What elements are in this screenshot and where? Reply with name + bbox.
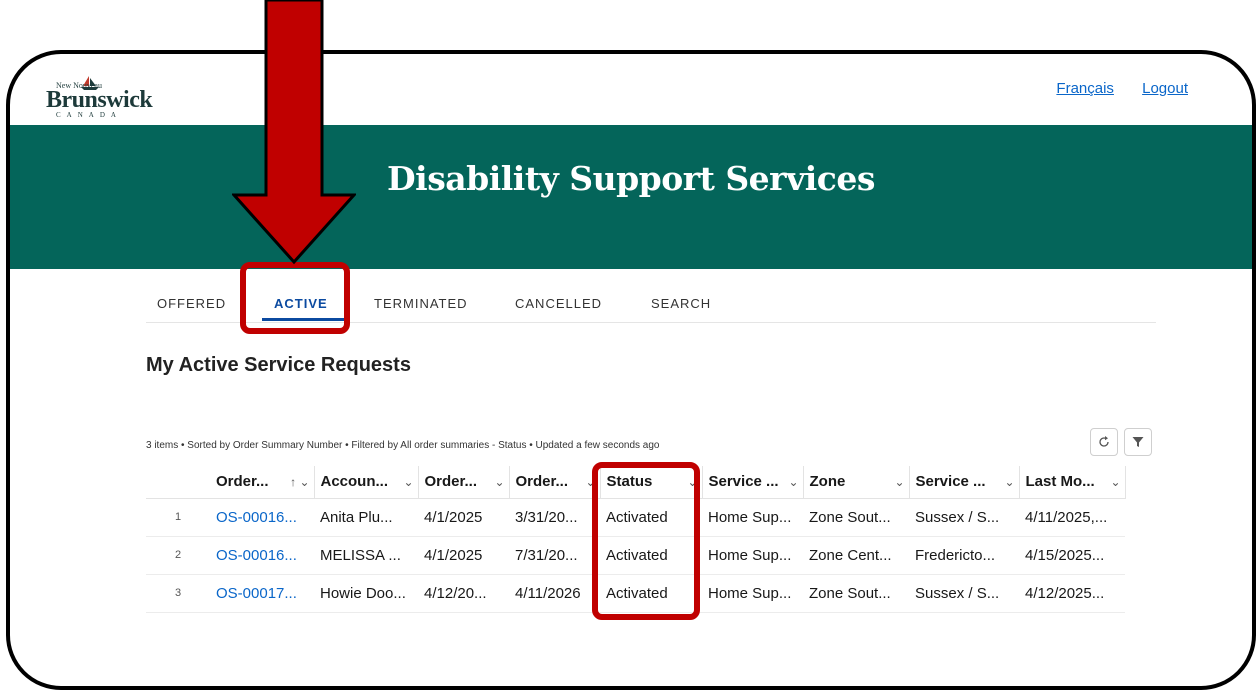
column-label: Accoun... [320,473,389,491]
filter-button[interactable] [1124,428,1152,456]
table-cell: 4/15/2025... [1019,536,1125,575]
table-cell: Zone Sout... [803,574,909,613]
table-cell: 4/12/2025... [1019,574,1125,613]
table-cell: 3/31/20... [509,498,600,537]
table-cell: Anita Plu... [314,498,418,537]
table-cell: 4/11/2026 [509,574,600,613]
column-label: Zone [809,473,846,491]
language-link[interactable]: Français [1056,80,1114,97]
logo-country-text: CANADA [56,111,122,119]
page-title: Disability Support Services [387,159,875,198]
section-title: My Active Service Requests [146,354,411,376]
row-number: 1 [146,498,210,537]
order-number-cell: OS-00016... [210,498,314,537]
table-cell: 4/1/2025 [418,498,509,537]
column-label: Service ... [708,473,779,491]
chevron-down-icon: ⌄ [788,475,799,489]
banner: Disability Support Services [10,125,1252,269]
table-cell: Zone Sout... [803,498,909,537]
order-link[interactable]: OS-00016... [216,509,297,526]
column-header[interactable]: Zone ⌄ [803,466,910,499]
table-cell: 4/1/2025 [418,536,509,575]
header-links: Français Logout [1032,80,1188,97]
logo-main-text: Brunswick [46,87,153,113]
row-number: 3 [146,574,210,613]
tab-terminated[interactable]: TERMINATED [374,296,468,311]
chevron-down-icon: ⌄ [1004,475,1015,489]
tab-offered[interactable]: OFFERED [157,296,226,311]
column-header[interactable]: Last Mo... ⌄ [1019,466,1126,499]
tab-cancelled[interactable]: CANCELLED [515,296,602,311]
order-number-cell: OS-00017... [210,574,314,613]
refresh-button[interactable] [1090,428,1118,456]
row-number: 2 [146,536,210,575]
order-link[interactable]: OS-00016... [216,547,297,564]
table-cell: Home Sup... [702,536,803,575]
row-number-header [146,466,210,499]
column-label: Order... [515,473,569,491]
table-cell: MELISSA ... [314,536,418,575]
table-cell: 7/31/20... [509,536,600,575]
chevron-down-icon: ⌄ [494,475,505,489]
chevron-down-icon: ⌄ [1110,475,1121,489]
refresh-icon [1099,436,1109,447]
column-header[interactable]: Order... ↑ ⌄ [210,466,315,499]
column-header[interactable]: Service ... ⌄ [702,466,804,499]
table-cell: Home Sup... [702,498,803,537]
sort-ascending-icon: ↑ ⌄ [290,475,310,489]
table-cell: 4/12/20... [418,574,509,613]
table-cell: Howie Doo... [314,574,418,613]
filter-icon [1132,437,1144,447]
tab-search[interactable]: SEARCH [651,296,711,311]
chevron-down-icon: ⌄ [894,475,905,489]
column-label: Service ... [915,473,986,491]
column-header[interactable]: Accoun... ⌄ [314,466,419,499]
column-label: Order... [424,473,478,491]
column-label: Order... [216,473,269,491]
table-cell: Sussex / S... [909,498,1019,537]
order-number-cell: OS-00016... [210,536,314,575]
table-cell: Zone Cent... [803,536,909,575]
active-tab-highlight-box [240,262,350,334]
column-header[interactable]: Order... ⌄ [418,466,510,499]
table-cell: Home Sup... [702,574,803,613]
table-cell: Sussex / S... [909,574,1019,613]
table-cell: 4/11/2025,... [1019,498,1125,537]
chevron-down-icon: ⌄ [403,475,414,489]
list-meta: 3 items • Sorted by Order Summary Number… [146,440,660,451]
column-header[interactable]: Service ... ⌄ [909,466,1020,499]
column-header[interactable]: Order... ⌄ [509,466,601,499]
order-link[interactable]: OS-00017... [216,585,297,602]
column-label: Last Mo... [1025,473,1095,491]
table-cell: Fredericto... [909,536,1019,575]
status-column-highlight-box [592,462,700,620]
logout-link[interactable]: Logout [1142,80,1188,97]
